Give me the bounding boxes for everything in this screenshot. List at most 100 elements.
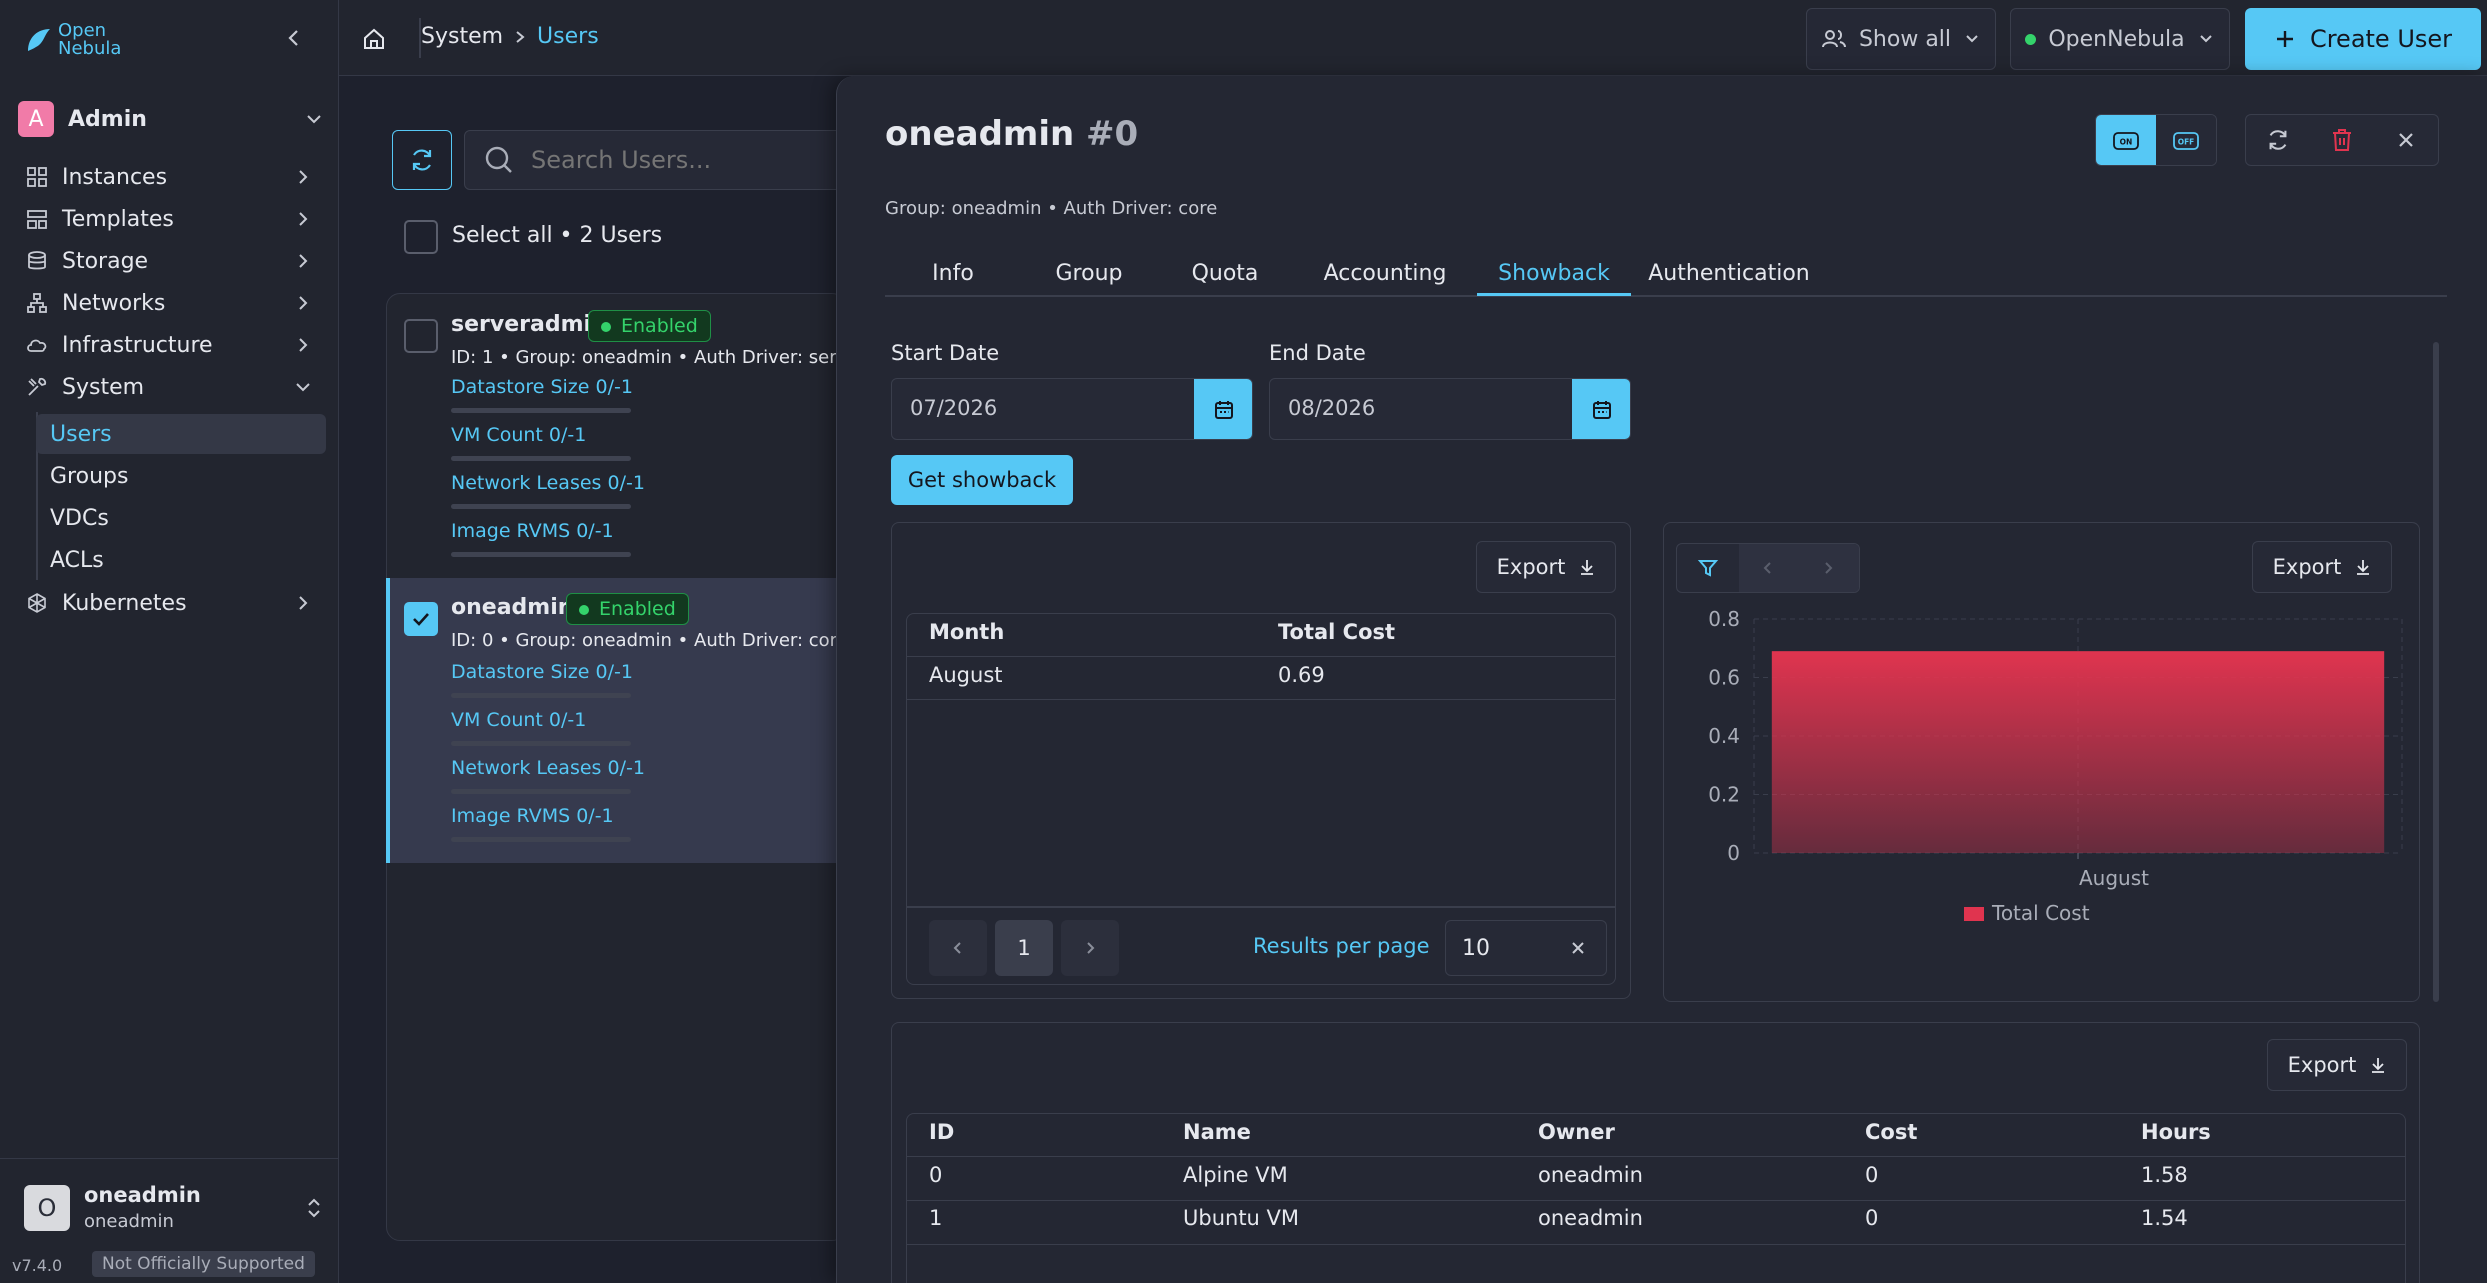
- zone-dropdown[interactable]: OpenNebula: [2010, 8, 2230, 70]
- panel-scrollbar[interactable]: [2433, 342, 2439, 1002]
- breadcrumb-users: Users: [537, 24, 599, 49]
- panel-user-name: oneadmin: [885, 114, 1075, 154]
- storage-icon: [20, 244, 54, 278]
- header-divider: [907, 656, 1615, 657]
- cell-hours: 1.54: [2141, 1206, 2188, 1230]
- zone-status-dot: [2025, 33, 2037, 45]
- sidebar-item-label: Storage: [62, 248, 149, 274]
- cloud-icon: [20, 328, 54, 362]
- sidebar-item-label: Instances: [62, 164, 168, 190]
- users-icon: [1821, 30, 1846, 48]
- sidebar-item-storage[interactable]: Storage: [20, 241, 320, 281]
- sidebar-item-infrastructure[interactable]: Infrastructure: [20, 325, 320, 365]
- sidebar-subitem-users[interactable]: Users: [36, 414, 326, 454]
- search-input[interactable]: [531, 146, 831, 174]
- sidebar-subitem-vdcs[interactable]: VDCs: [36, 498, 326, 538]
- group-switcher[interactable]: A Admin: [18, 101, 324, 137]
- showback-chart: 0 0.2 0.4 0.6 0.8 August Total Cost: [1708, 607, 2403, 925]
- chart-nav-group: [1739, 544, 1859, 592]
- chart-legend[interactable]: Total Cost: [1964, 901, 2090, 925]
- collapse-sidebar-button[interactable]: [284, 26, 304, 50]
- tools-icon: [20, 370, 54, 404]
- kubernetes-icon: [20, 586, 54, 620]
- user-avatar: O: [24, 1185, 70, 1231]
- user-checkbox-checked[interactable]: [404, 602, 438, 636]
- quota-image-rvms: Image RVMS 0/-1: [451, 805, 614, 827]
- tab-authentication[interactable]: Authentication: [1631, 256, 1827, 296]
- user-menu[interactable]: O oneadmin oneadmin: [24, 1183, 324, 1233]
- export-vm-button[interactable]: Export: [2267, 1039, 2407, 1091]
- cell-hours: 1.58: [2141, 1163, 2188, 1187]
- y-tick-label: 0.2: [1708, 783, 1740, 807]
- tab-quota[interactable]: Quota: [1157, 256, 1293, 296]
- results-per-page-select[interactable]: 10: [1445, 920, 1607, 976]
- cell-total-cost: 0.69: [1278, 663, 1325, 687]
- tab-group[interactable]: Group: [1021, 256, 1157, 296]
- start-date-value: 07/2026: [910, 396, 998, 420]
- footer-divider: [907, 906, 1615, 908]
- sidebar-item-networks[interactable]: Networks: [20, 283, 320, 323]
- refresh-list-button[interactable]: [392, 130, 452, 190]
- quota-bar: [451, 741, 631, 746]
- templates-icon: [20, 202, 54, 236]
- user-card[interactable]: serveradmin Enabled ID: 1 • Group: onead…: [388, 295, 846, 578]
- user-checkbox[interactable]: [404, 319, 438, 353]
- breadcrumb-system[interactable]: System: [421, 24, 503, 49]
- vm-table-card: Export ID Name Owner Cost Hours 0 Alpine…: [891, 1022, 2420, 1283]
- download-icon: [2357, 560, 2370, 575]
- col-header-id: ID: [929, 1120, 955, 1144]
- sidebar-item-system[interactable]: System: [20, 367, 320, 407]
- start-date-calendar-button[interactable]: [1194, 379, 1252, 439]
- home-button[interactable]: [361, 26, 387, 52]
- delete-button[interactable]: [2310, 115, 2374, 165]
- quota-image-rvms: Image RVMS 0/-1: [451, 520, 614, 542]
- export-label: Export: [2287, 1053, 2357, 1077]
- refresh-button[interactable]: [2246, 115, 2310, 165]
- end-date-field[interactable]: 08/2026: [1269, 378, 1631, 440]
- opennebula-logo[interactable]: Open Nebula: [24, 22, 121, 58]
- next-page-button[interactable]: [1061, 920, 1119, 976]
- show-all-dropdown[interactable]: Show all: [1806, 8, 1996, 70]
- end-date-calendar-button[interactable]: [1572, 379, 1630, 439]
- page-1-button[interactable]: 1: [995, 920, 1053, 976]
- table-row[interactable]: 0 Alpine VM oneadmin 0 1.58: [907, 1157, 2405, 1200]
- sidebar-item-instances[interactable]: Instances: [20, 157, 320, 197]
- select-all-checkbox[interactable]: [404, 220, 438, 254]
- sidebar-item-templates[interactable]: Templates: [20, 199, 320, 239]
- cell-id: 0: [929, 1163, 943, 1187]
- create-user-label: Create User: [2309, 25, 2453, 53]
- sidebar-subitem-groups[interactable]: Groups: [36, 456, 326, 496]
- close-panel-button[interactable]: [2374, 115, 2438, 165]
- chevron-right-icon[interactable]: [1821, 559, 1835, 577]
- sidebar-subitem-acls[interactable]: ACLs: [36, 540, 326, 580]
- user-card-selected[interactable]: oneadmin Enabled ID: 0 • Group: oneadmin…: [386, 578, 846, 863]
- start-date-label: Start Date: [891, 341, 1000, 365]
- cell-owner: oneadmin: [1538, 1206, 1643, 1230]
- enable-off-button[interactable]: OFF: [2156, 115, 2216, 165]
- start-date-field[interactable]: 07/2026: [891, 378, 1253, 440]
- table-row[interactable]: 1 Ubuntu VM oneadmin 0 1.54: [907, 1201, 2405, 1244]
- prev-page-button[interactable]: [929, 920, 987, 976]
- tab-showback[interactable]: Showback: [1477, 256, 1631, 296]
- enable-on-button[interactable]: ON: [2096, 115, 2156, 165]
- chart-toolbar: [1676, 543, 1860, 593]
- get-showback-button[interactable]: Get showback: [891, 455, 1073, 505]
- filter-button[interactable]: [1677, 544, 1739, 592]
- cell-id: 1: [929, 1206, 943, 1230]
- clear-icon[interactable]: [1570, 940, 1586, 956]
- chevron-left-icon[interactable]: [1761, 559, 1775, 577]
- tab-accounting[interactable]: Accounting: [1293, 256, 1477, 296]
- export-month-button[interactable]: Export: [1476, 541, 1616, 593]
- expand-updown-icon: [308, 1198, 320, 1218]
- create-user-button[interactable]: Create User: [2245, 8, 2481, 70]
- support-badge: Not Officially Supported: [92, 1251, 315, 1277]
- export-chart-button[interactable]: Export: [2252, 541, 2392, 593]
- sidebar-item-kubernetes[interactable]: Kubernetes: [20, 583, 320, 623]
- quota-bar: [451, 504, 631, 509]
- user-name: serveradmin: [451, 312, 607, 337]
- tab-info[interactable]: Info: [885, 256, 1021, 296]
- search-users-field[interactable]: [464, 130, 844, 190]
- chevron-right-icon: [299, 296, 308, 310]
- y-tick-label: 0.4: [1708, 724, 1740, 748]
- select-all-label: Select all • 2 Users: [452, 223, 663, 248]
